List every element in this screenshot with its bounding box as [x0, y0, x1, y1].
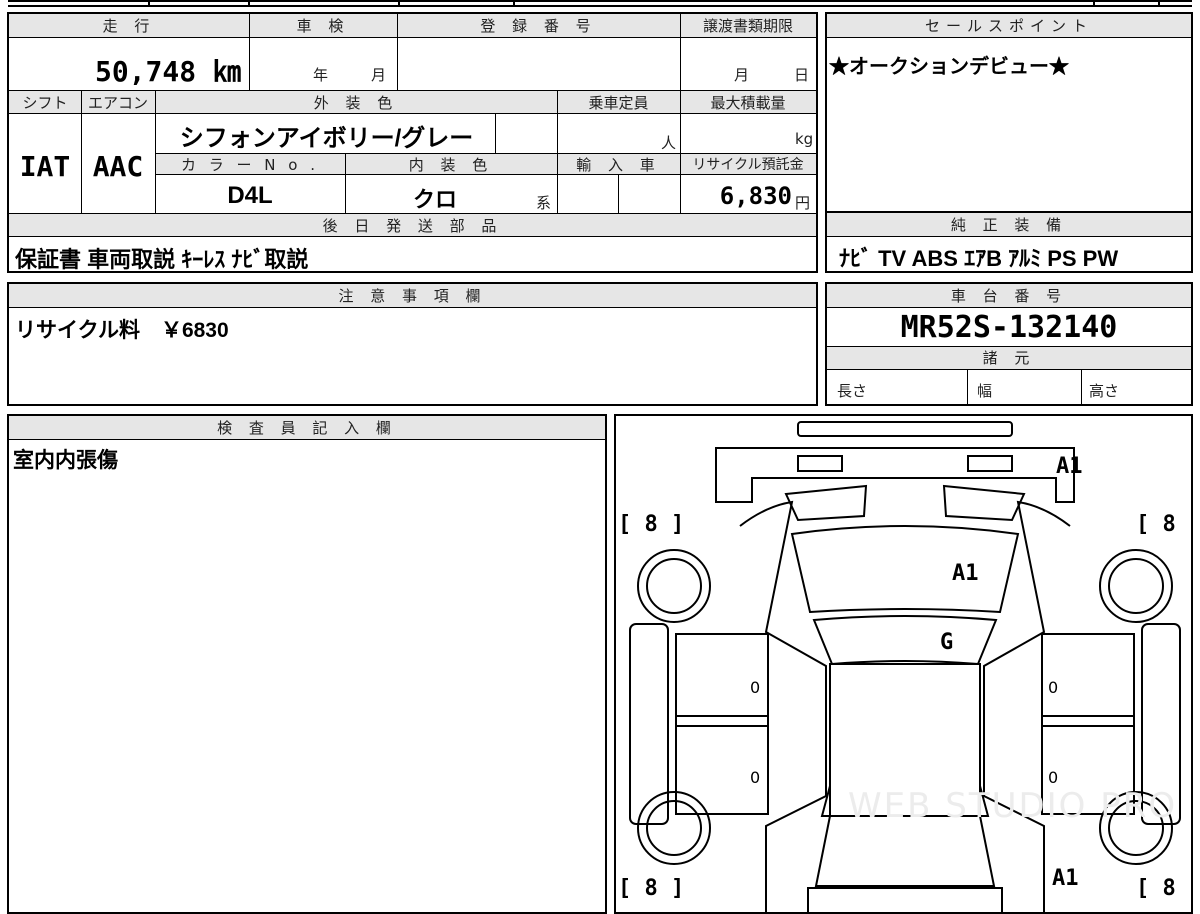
door-rear-right-value: 0	[1048, 768, 1059, 787]
hood-grade: A1	[952, 561, 979, 586]
capacity-unit: 人	[661, 134, 677, 152]
capacity-header: 乗車定員	[588, 94, 649, 112]
genuine-equipment-header: 純 正 装 備	[950, 216, 1068, 234]
genuine-equipment-box: 純 正 装 備 ﾅﾋﾞ TV ABS ｴｱB ｱﾙﾐ PS PW	[825, 211, 1193, 273]
interior-color-value: クロ	[412, 187, 457, 212]
color-no-header: カ ラ ー N o .	[180, 156, 319, 174]
transfer-deadline-header: 譲渡書類期限	[702, 17, 793, 35]
recycle-deposit-unit: 円	[795, 194, 811, 212]
later-parts-items: 保証書 車両取説 ｷｰﾚｽ ﾅﾋﾞ取説	[15, 247, 309, 272]
inspector-box: 検 査 員 記 入 欄 室内内張傷	[7, 414, 607, 914]
shift-value: IAT	[19, 150, 71, 183]
exterior-color-value: シフォンアイボリー/グレー	[179, 125, 474, 152]
transfer-day-unit: 日	[794, 66, 810, 84]
shift-header: シフト	[22, 94, 68, 112]
rear-grade: A1	[1052, 866, 1079, 891]
later-parts-header: 後 日 発 送 部 品	[322, 217, 503, 235]
tread-rear-right: [ 8 ]	[1136, 876, 1191, 901]
aircon-header: エアコン	[87, 94, 148, 112]
genuine-equipment-items: ﾅﾋﾞ TV ABS ｴｱB ｱﾙﾐ PS PW	[839, 246, 1119, 271]
spec-height-label: 高さ	[1089, 382, 1120, 400]
damage-diagram: WEB STUDIO PRO [ 8 ] [ 8 ] [ 8 ] [ 8 ] A…	[614, 414, 1193, 914]
mileage-header: 走 行	[102, 17, 156, 35]
tread-rear-left: [ 8 ]	[618, 876, 685, 901]
door-front-right-value: 0	[1048, 678, 1059, 697]
max-load-header: 最大積載量	[710, 94, 786, 112]
chassis-box: 車 台 番 号 MR52S-132140 諸 元 長さ 幅 高さ	[825, 282, 1193, 406]
inspector-text: 室内内張傷	[13, 449, 118, 472]
specs-header: 諸 元	[982, 349, 1036, 367]
notes-header: 注 意 事 項 欄	[338, 287, 487, 305]
watermark: WEB STUDIO PRO	[848, 786, 1178, 826]
chassis-number: MR52S-132140	[900, 310, 1118, 345]
color-no-value: D4L	[227, 182, 273, 209]
inspector-header: 検 査 員 記 入 欄	[217, 419, 397, 437]
vehicle-info-table: 走 行 車 検 登 録 番 号 譲渡書類期限 50,748 ㎞ 年 月 月 日 …	[7, 12, 818, 273]
spec-length-label: 長さ	[837, 382, 868, 400]
import-car-header: 輸 入 車	[576, 156, 661, 174]
notes-box: 注 意 事 項 欄 リサイクル料 ￥6830	[7, 282, 818, 406]
top-strip	[8, 0, 1192, 8]
transfer-month-unit: 月	[734, 66, 750, 84]
spec-width-label: 幅	[977, 382, 993, 400]
door-rear-left-value: 0	[750, 768, 761, 787]
sales-point-box: セールスポイント ★オークションデビュー★	[825, 12, 1193, 213]
windshield-grade: G	[940, 630, 954, 655]
tread-front-right: [ 8 ]	[1136, 512, 1191, 537]
inspection-year-unit: 年	[313, 66, 329, 84]
inspection-header: 車 検	[296, 17, 350, 35]
notes-text: リサイクル料 ￥6830	[15, 319, 229, 342]
door-front-left-value: 0	[750, 678, 761, 697]
recycle-deposit-value: 6,830	[719, 182, 792, 210]
chassis-header: 車 台 番 号	[950, 287, 1068, 305]
bumper-front-grade: A1	[1056, 454, 1083, 479]
interior-color-header: 内 装 色	[408, 156, 494, 174]
recycle-deposit-header: リサイクル預託金	[692, 157, 804, 173]
sales-point-header: セールスポイント	[924, 17, 1093, 35]
car-outline	[629, 421, 1181, 912]
max-load-unit: kg	[795, 130, 814, 148]
tread-front-left: [ 8 ]	[618, 512, 685, 537]
mileage-value: 50,748 ㎞	[94, 55, 241, 88]
registration-header: 登 録 番 号	[480, 17, 597, 35]
sales-point-text: ★オークションデビュー★	[829, 56, 1069, 78]
exterior-color-header: 外 装 色	[313, 94, 399, 112]
interior-color-suffix: 系	[536, 194, 552, 212]
inspection-month-unit: 月	[371, 66, 387, 84]
aircon-value: AAC	[92, 150, 144, 183]
